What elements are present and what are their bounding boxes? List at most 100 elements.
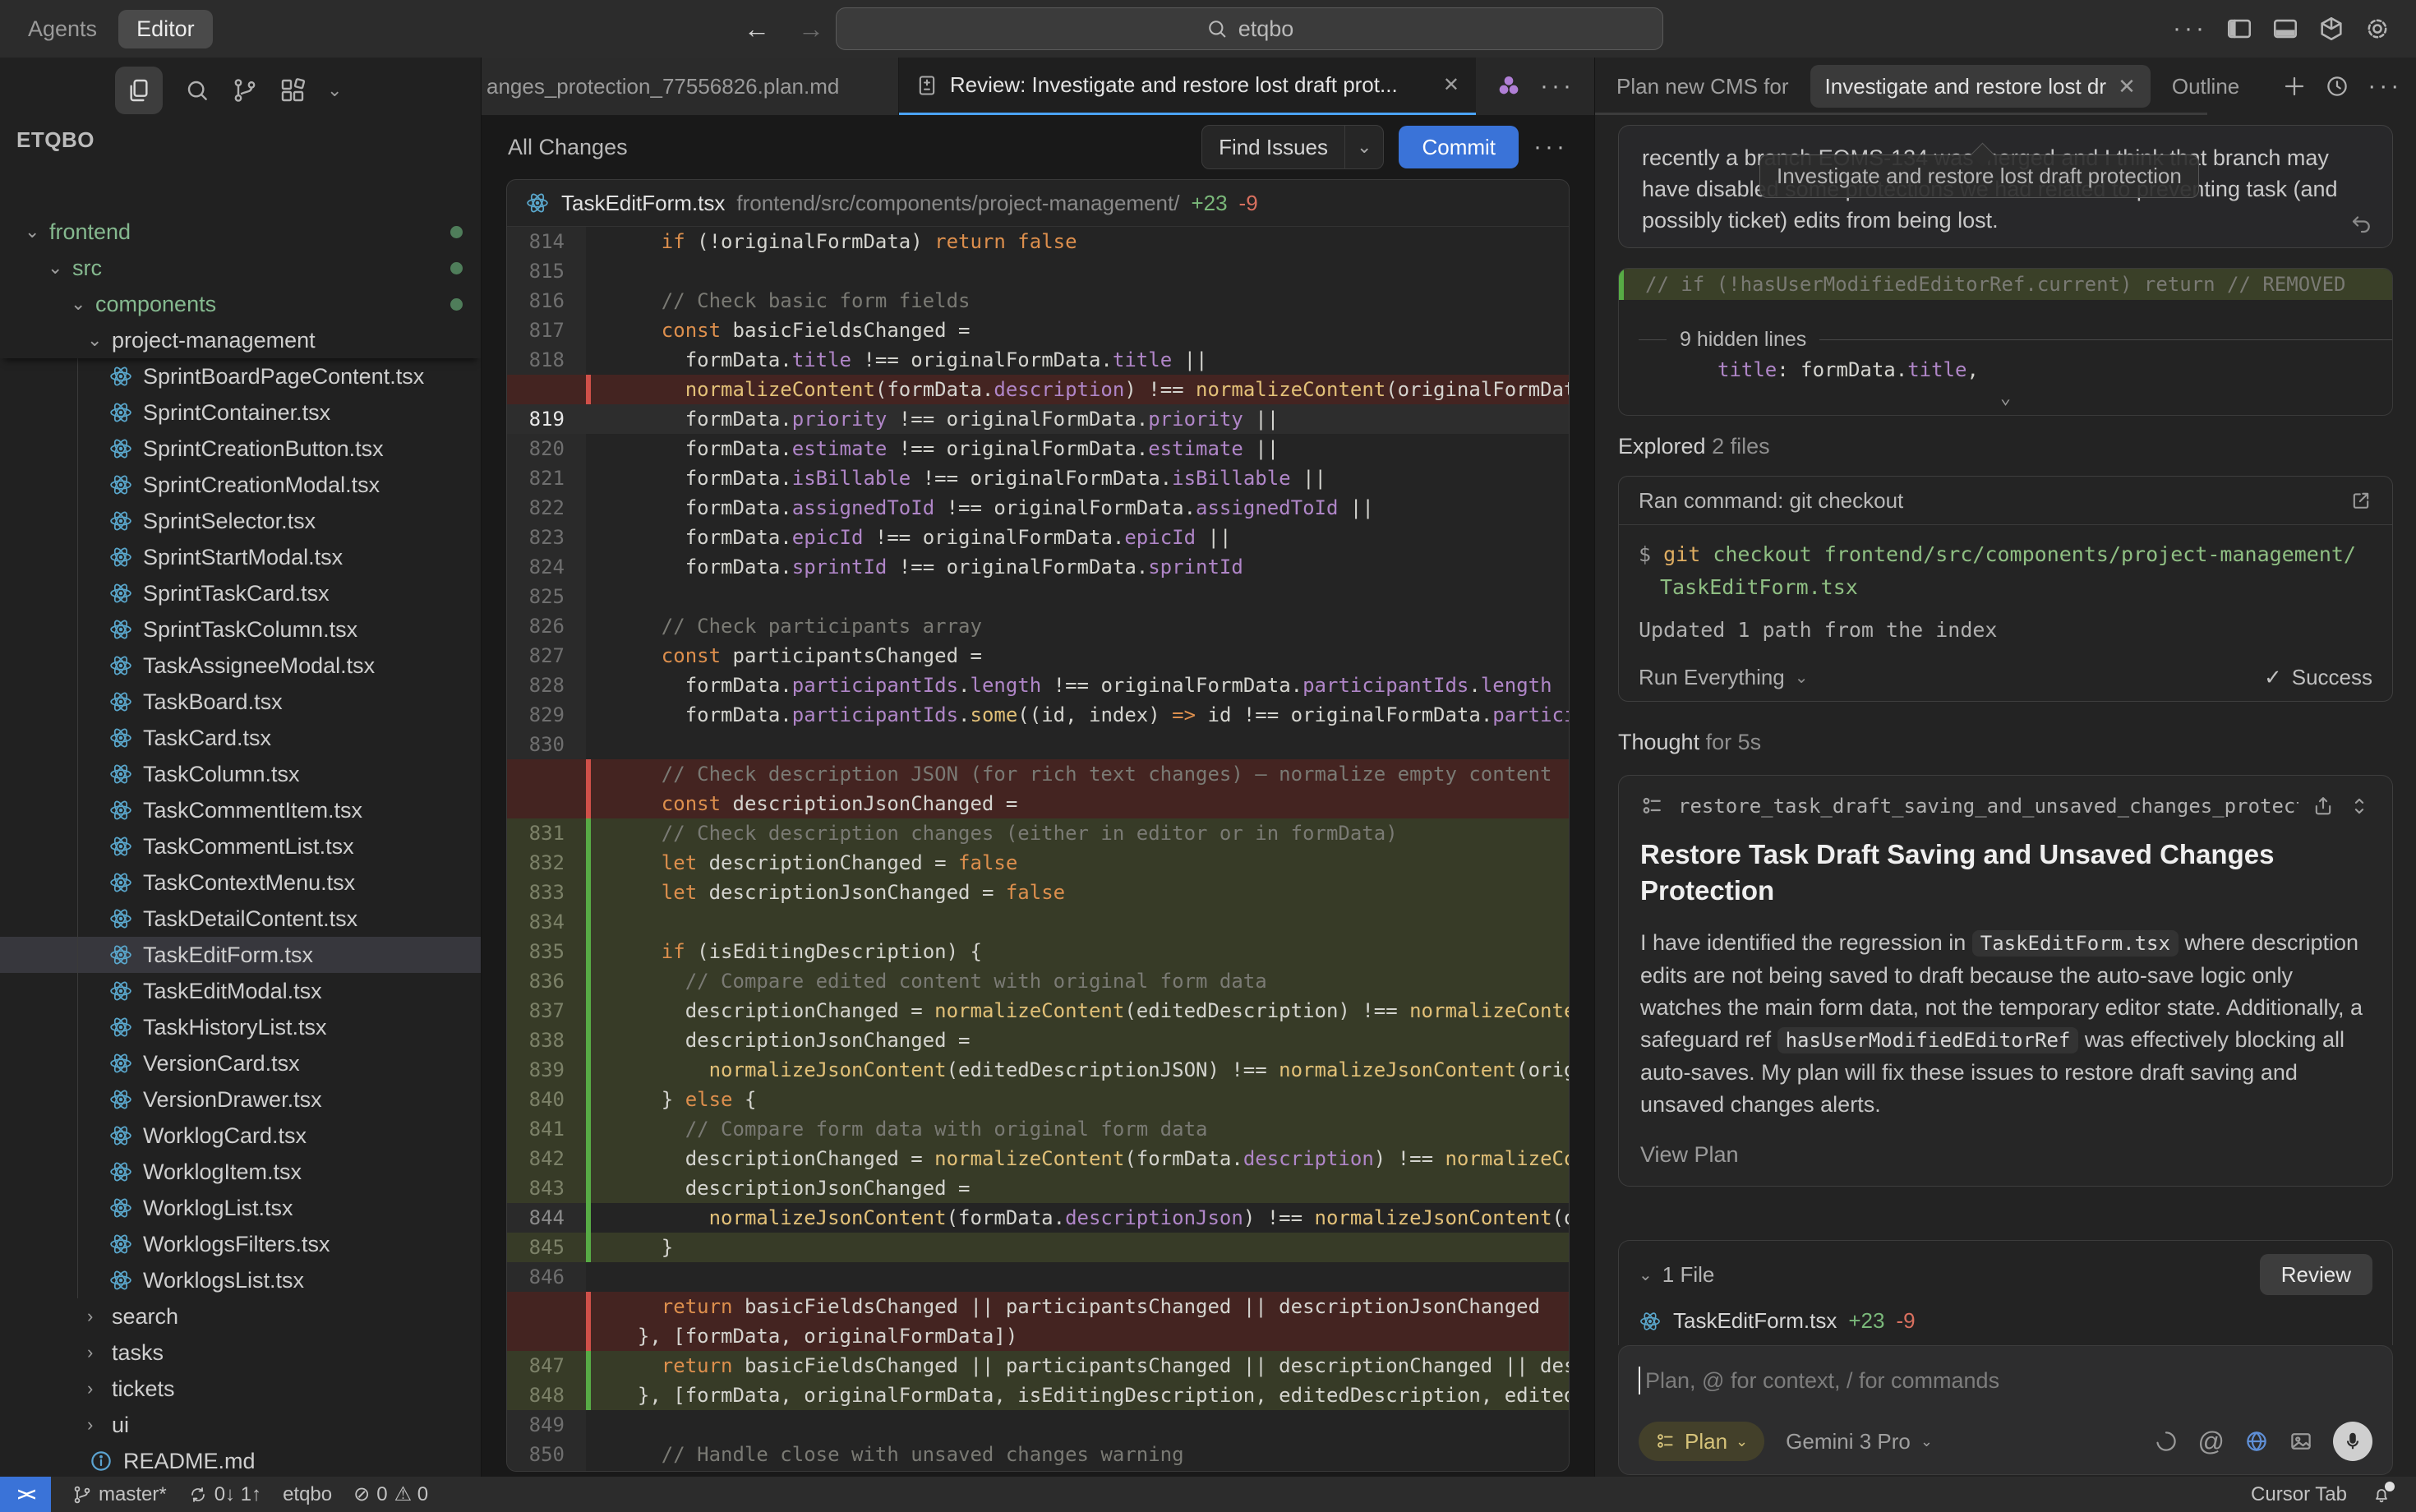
- panel-bottom-icon[interactable]: [2271, 15, 2299, 43]
- cursor-tab-toggle[interactable]: Cursor Tab: [2251, 1483, 2347, 1506]
- sync-status[interactable]: 0↓ 1↑: [188, 1483, 261, 1506]
- globe-icon[interactable]: [2244, 1429, 2269, 1454]
- tree-file-VersionCard.tsx[interactable]: VersionCard.tsx: [0, 1045, 481, 1081]
- agent-tab-active[interactable]: Investigate and restore lost dr ✕: [1810, 65, 2151, 108]
- review-button[interactable]: Review: [2260, 1254, 2372, 1295]
- tree-file-TaskEditModal.tsx[interactable]: TaskEditModal.tsx: [0, 973, 481, 1009]
- panel-left-icon[interactable]: [2225, 15, 2253, 43]
- git-branch-status[interactable]: master*: [72, 1483, 167, 1506]
- mic-icon[interactable]: [2333, 1422, 2372, 1461]
- code-snippet-card[interactable]: // if (!hasUserModifiedEditorRef.current…: [1618, 268, 2393, 416]
- at-mention-icon[interactable]: @: [2198, 1427, 2225, 1457]
- search-input[interactable]: etqbo: [836, 7, 1663, 50]
- image-icon[interactable]: [2289, 1429, 2313, 1454]
- review-flower-icon[interactable]: [1496, 73, 1522, 99]
- tree-folder-components[interactable]: ⌄components: [0, 286, 481, 322]
- tree-file-TaskContextMenu.tsx[interactable]: TaskContextMenu.tsx: [0, 864, 481, 901]
- clock-icon[interactable]: [2325, 74, 2349, 99]
- problems-status[interactable]: ⊘ 0 ⚠ 0: [353, 1482, 428, 1506]
- tree-folder-search[interactable]: ›search: [0, 1298, 481, 1335]
- tree-file-WorklogsFilters.tsx[interactable]: WorklogsFilters.tsx: [0, 1226, 481, 1262]
- project-status[interactable]: etqbo: [283, 1483, 332, 1506]
- agent-tab-other[interactable]: Plan new CMS for: [1616, 74, 1789, 99]
- tree-file-WorklogItem.tsx[interactable]: WorklogItem.tsx: [0, 1154, 481, 1190]
- tree-folder-tasks[interactable]: ›tasks: [0, 1335, 481, 1371]
- tree-file-TaskDetailContent.tsx[interactable]: TaskDetailContent.tsx: [0, 901, 481, 937]
- tree-file-TaskEditForm.tsx[interactable]: TaskEditForm.tsx: [0, 937, 481, 973]
- chat-input[interactable]: Plan, @ for context, / for commands Plan…: [1618, 1345, 2393, 1475]
- tab-editor[interactable]: Editor: [118, 10, 213, 48]
- toolbar-more-icon[interactable]: ···: [1533, 133, 1568, 161]
- tree-file-VersionDrawer.tsx[interactable]: VersionDrawer.tsx: [0, 1081, 481, 1118]
- run-everything-button[interactable]: Run Everything: [1639, 665, 1785, 690]
- tree-file-TaskAssigneeModal.tsx[interactable]: TaskAssigneeModal.tsx: [0, 648, 481, 684]
- tab-more-icon[interactable]: ···: [1540, 72, 1575, 100]
- tree-folder-src[interactable]: ⌄src: [0, 250, 481, 286]
- hidden-lines-label[interactable]: 9 hidden lines: [1680, 328, 1806, 352]
- model-selector[interactable]: Gemini 3 Pro ⌄: [1786, 1429, 1933, 1454]
- tree-file-SprintSelector.tsx[interactable]: SprintSelector.tsx: [0, 503, 481, 539]
- tree-file-TaskHistoryList.tsx[interactable]: TaskHistoryList.tsx: [0, 1009, 481, 1045]
- tree-file-SprintTaskCard.tsx[interactable]: SprintTaskCard.tsx: [0, 575, 481, 611]
- tree-file-TaskCommentList.tsx[interactable]: TaskCommentList.tsx: [0, 828, 481, 864]
- unfold-icon[interactable]: [2348, 795, 2371, 818]
- close-icon[interactable]: ✕: [1443, 73, 1459, 97]
- chevron-down-icon[interactable]: ⌄: [1345, 136, 1383, 158]
- undo-icon[interactable]: [2349, 211, 2374, 236]
- tree-file-SprintCreationModal.tsx[interactable]: SprintCreationModal.tsx: [0, 467, 481, 503]
- code-diff[interactable]: 814 if (!originalFormData) return false8…: [507, 227, 1569, 1471]
- tree-file-WorklogsList.tsx[interactable]: WorklogsList.tsx: [0, 1262, 481, 1298]
- tree-file-TaskColumn.tsx[interactable]: TaskColumn.tsx: [0, 756, 481, 792]
- changed-file-row[interactable]: TaskEditForm.tsx +23 -9: [1639, 1308, 2372, 1334]
- tree-folder-frontend[interactable]: ⌄frontend: [0, 214, 481, 250]
- diff-file-name[interactable]: TaskEditForm.tsx: [561, 191, 725, 216]
- explored-files[interactable]: Explored 2 files: [1618, 434, 2393, 459]
- commit-button[interactable]: Commit: [1399, 126, 1519, 168]
- external-link-icon[interactable]: [2349, 489, 2372, 512]
- expand-snippet-icon[interactable]: ⌄: [1619, 388, 2392, 415]
- tree-file-WorklogCard.tsx[interactable]: WorklogCard.tsx: [0, 1118, 481, 1154]
- search-sidebar-icon[interactable]: [184, 77, 210, 104]
- plus-icon[interactable]: [2282, 74, 2307, 99]
- plan-filename[interactable]: restore_task_draft_saving_and_unsaved_ch…: [1678, 795, 2298, 818]
- back-arrow-icon[interactable]: ←: [744, 14, 770, 44]
- tree-folder-project-management[interactable]: ⌄project-management: [0, 322, 481, 358]
- find-issues-button[interactable]: Find Issues ⌄: [1201, 125, 1384, 169]
- tree-file-SprintTaskColumn.tsx[interactable]: SprintTaskColumn.tsx: [0, 611, 481, 648]
- tree-folder-ui[interactable]: ›ui: [0, 1407, 481, 1443]
- chevron-down-icon[interactable]: ⌄: [1795, 667, 1809, 688]
- agent-tab-outline[interactable]: Outline: [2172, 74, 2239, 99]
- tree-file-WorklogList.tsx[interactable]: WorklogList.tsx: [0, 1190, 481, 1226]
- tree-file-TaskBoard.tsx[interactable]: TaskBoard.tsx: [0, 684, 481, 720]
- tree-file-SprintStartModal.tsx[interactable]: SprintStartModal.tsx: [0, 539, 481, 575]
- agent-more-icon[interactable]: ···: [2368, 72, 2402, 100]
- files-count[interactable]: 1 File: [1662, 1262, 1715, 1288]
- tree-file-SprintCreationButton.tsx[interactable]: SprintCreationButton.tsx: [0, 431, 481, 467]
- chevron-down-icon[interactable]: ⌄: [327, 80, 342, 101]
- close-icon[interactable]: ✕: [2118, 74, 2136, 99]
- cube-icon[interactable]: [2317, 15, 2345, 43]
- tree-file-README.md[interactable]: README.md: [0, 1443, 481, 1477]
- extensions-icon[interactable]: [279, 77, 306, 104]
- files-icon[interactable]: [115, 67, 163, 114]
- tree-file-SprintBoardPageContent.tsx[interactable]: SprintBoardPageContent.tsx: [0, 358, 481, 394]
- thought-row[interactable]: Thought for 5s: [1618, 730, 2393, 755]
- mode-selector[interactable]: Plan ⌄: [1639, 1422, 1764, 1461]
- usage-arc-icon[interactable]: [2154, 1429, 2179, 1454]
- export-icon[interactable]: [2312, 795, 2335, 818]
- gear-icon[interactable]: [2363, 15, 2391, 43]
- tree-folder-tickets[interactable]: ›tickets: [0, 1371, 481, 1407]
- forward-arrow-icon[interactable]: →: [798, 14, 824, 44]
- tab-plan-md[interactable]: anges_protection_77556826.plan.md: [482, 58, 899, 115]
- remote-icon[interactable]: ><: [0, 1477, 51, 1512]
- tree-file-TaskCard.tsx[interactable]: TaskCard.tsx: [0, 720, 481, 756]
- view-plan-link[interactable]: View Plan: [1640, 1142, 2371, 1168]
- tab-agents[interactable]: Agents: [28, 16, 97, 42]
- tree-file-TaskCommentItem.tsx[interactable]: TaskCommentItem.tsx: [0, 792, 481, 828]
- tree-file-SprintContainer.tsx[interactable]: SprintContainer.tsx: [0, 394, 481, 431]
- ellipsis-icon[interactable]: ···: [2173, 15, 2207, 43]
- tab-review[interactable]: Review: Investigate and restore lost dra…: [899, 58, 1476, 115]
- bell-icon[interactable]: [2372, 1485, 2391, 1505]
- git-branch-icon[interactable]: [232, 77, 258, 104]
- chevron-down-icon[interactable]: ⌄: [1639, 1265, 1653, 1285]
